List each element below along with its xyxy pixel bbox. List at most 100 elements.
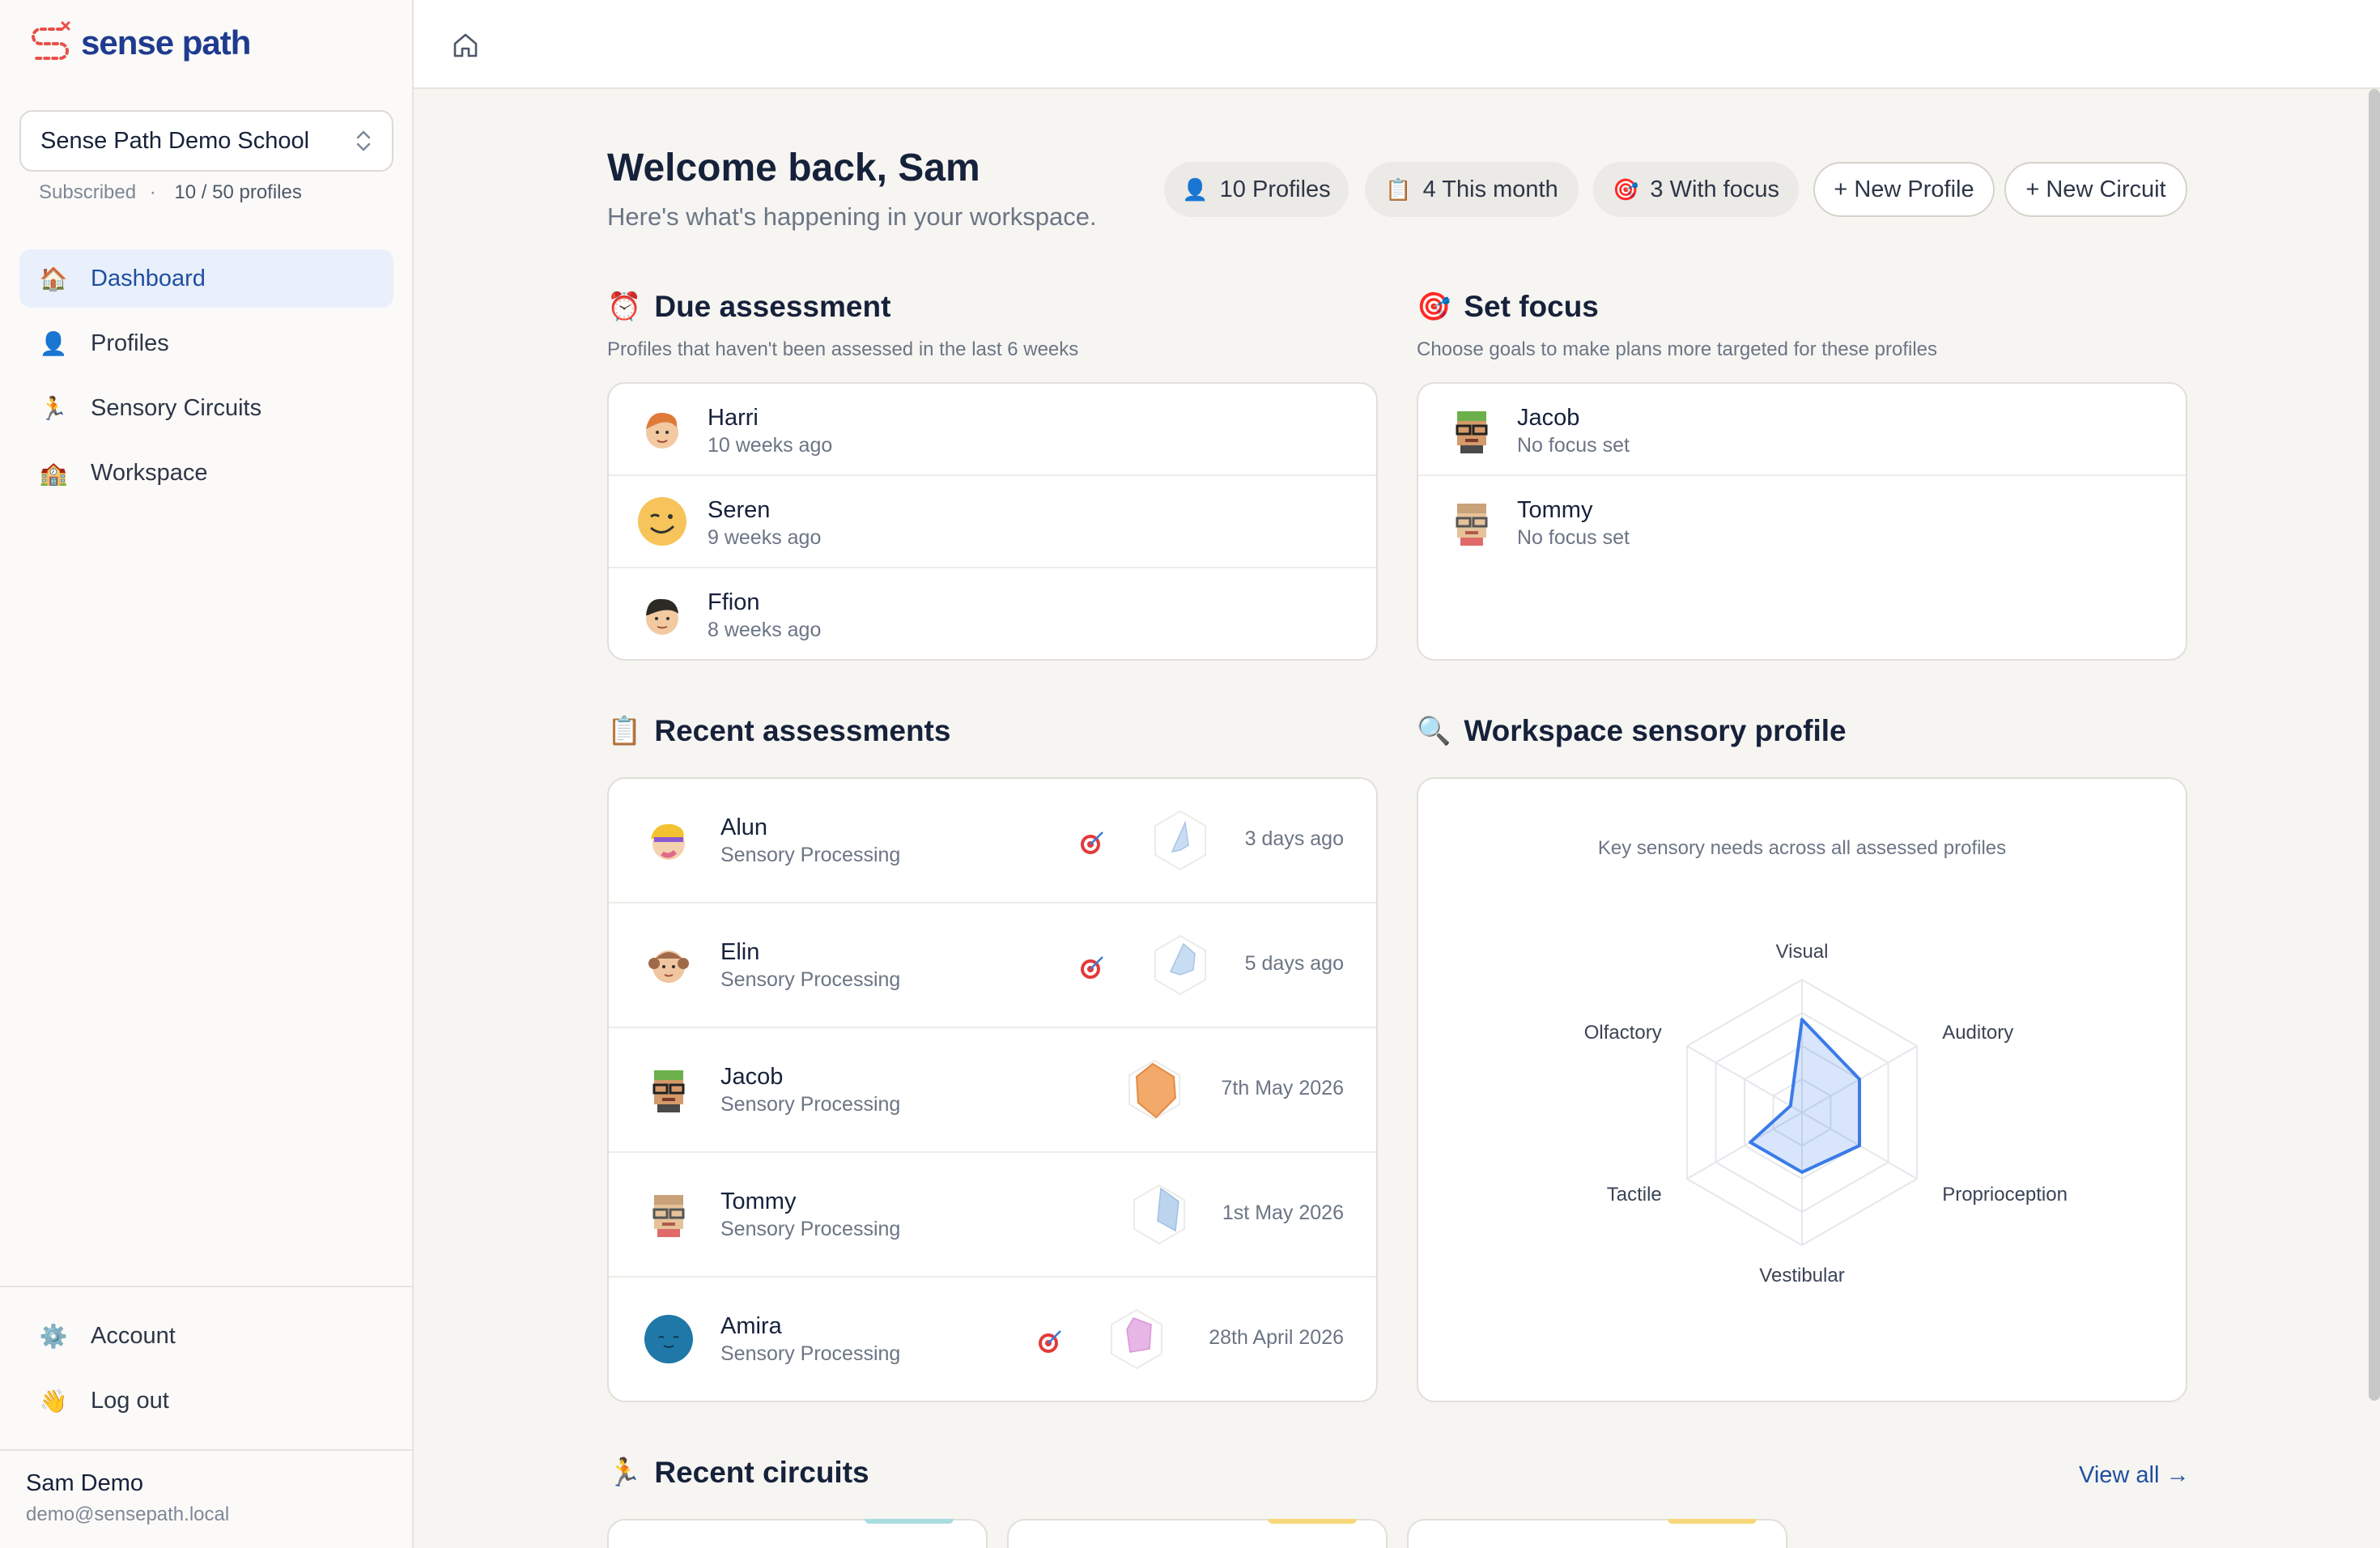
profile-sub: Sensory Processing: [720, 1093, 901, 1116]
list-item[interactable]: Tommy No focus set: [1418, 476, 2186, 568]
avatar: [644, 1315, 693, 1363]
radar-axis-label: Vestibular: [1759, 1265, 1844, 1286]
running-person-icon: 🏃: [39, 395, 68, 421]
recent-assessments-card: Alun Sensory Processing 3 days ago Elin …: [607, 777, 1378, 1402]
target-icon: [1081, 956, 1103, 979]
nav-logout[interactable]: 👋 Log out: [19, 1372, 393, 1430]
list-item[interactable]: Harri 10 weeks ago: [609, 384, 1376, 476]
table-row[interactable]: Jacob Sensory Processing 7th May 2026: [609, 1028, 1376, 1153]
logo-text: sense path: [81, 23, 251, 62]
circuit-card[interactable]: [607, 1519, 988, 1548]
clipboard-icon: 📋: [607, 716, 642, 746]
avatar: [646, 598, 678, 635]
radar-axis-label: Visual: [1776, 941, 1829, 963]
target-icon: [1081, 831, 1103, 854]
radar-axis-label: Tactile: [1607, 1184, 1662, 1206]
nav-label: Sensory Circuits: [91, 394, 262, 421]
new-profile-button[interactable]: + New Profile: [1813, 162, 1995, 217]
avatar: [638, 497, 686, 546]
profile-sub: Sensory Processing: [720, 1218, 901, 1240]
avatar: [652, 1070, 685, 1112]
page-subtitle: Here's what's happening in your workspac…: [607, 202, 1097, 231]
avatar: [1456, 504, 1488, 546]
stat-label: 4 This month: [1422, 176, 1558, 202]
scrollbar[interactable]: [2369, 89, 2380, 1401]
subscription-status: Subscribed: [39, 181, 137, 203]
due-assessment-title: ⏰ Due assessment: [607, 290, 890, 324]
user-info[interactable]: Sam Demo demo@sensepath.local: [26, 1470, 229, 1526]
nav-dashboard[interactable]: 🏠 Dashboard: [19, 249, 393, 308]
profile-sub: 10 weeks ago: [708, 434, 833, 457]
nav-account[interactable]: ⚙️ Account: [19, 1307, 393, 1365]
profile-name: Alun: [720, 814, 768, 840]
stat-this-month[interactable]: 📋 4 This month: [1365, 162, 1579, 217]
sensory-mini-chart: [1111, 1308, 1162, 1370]
due-assessment-card: Harri 10 weeks ago Seren 9 weeks ago Ffi…: [607, 382, 1378, 661]
magnifying-glass-icon: 🔍: [1417, 716, 1451, 746]
table-row[interactable]: Tommy Sensory Processing 1st May 2026: [609, 1153, 1376, 1278]
user-email: demo@sensepath.local: [26, 1503, 230, 1525]
bottom-nav: ⚙️ Account 👋 Log out: [19, 1307, 393, 1436]
new-circuit-button[interactable]: + New Circuit: [2004, 162, 2187, 217]
target-icon: 🎯: [1613, 176, 1639, 202]
avatar: [652, 1195, 685, 1237]
view-all-link[interactable]: View all →: [2079, 1462, 2189, 1489]
nav-sensory-circuits[interactable]: 🏃 Sensory Circuits: [19, 379, 393, 437]
avatar: [1456, 411, 1488, 453]
circuit-color-tab: [1668, 1519, 1757, 1524]
section-title-text: Set focus: [1464, 290, 1599, 323]
stat-label: 3 With focus: [1650, 176, 1779, 202]
avatar: [648, 950, 689, 983]
logo-icon: [32, 21, 70, 60]
school-icon: 🏫: [39, 460, 68, 486]
assessment-date: 3 days ago: [1244, 827, 1344, 850]
stat-profiles[interactable]: 👤 10 Profiles: [1164, 162, 1349, 217]
avatar: [646, 412, 678, 449]
section-title-text: Due assessment: [654, 290, 891, 323]
divider: [0, 1286, 412, 1287]
alarm-clock-icon: ⏰: [607, 291, 642, 322]
assessment-date: 1st May 2026: [1222, 1201, 1344, 1224]
radar-axis-label: Auditory: [1942, 1022, 2013, 1044]
radar-axis-label: Olfactory: [1584, 1022, 1662, 1044]
nav-workspace[interactable]: 🏫 Workspace: [19, 444, 393, 502]
table-row[interactable]: Alun Sensory Processing 3 days ago: [609, 779, 1376, 904]
school-name: Sense Path Demo School: [40, 127, 310, 154]
subscription-info: Subscribed · 10 / 50 profiles: [39, 181, 302, 203]
profile-sub: No focus set: [1517, 526, 1630, 549]
running-person-icon: 🏃: [607, 1457, 642, 1488]
top-bar: [414, 0, 2380, 89]
table-row[interactable]: Elin Sensory Processing 5 days ago: [609, 904, 1376, 1028]
target-icon: [1039, 1330, 1061, 1353]
sensory-mini-chart: [1128, 1059, 1180, 1121]
set-focus-desc: Choose goals to make plans more targeted…: [1417, 338, 1938, 360]
nav-label: Dashboard: [91, 265, 206, 291]
nav-profiles[interactable]: 👤 Profiles: [19, 314, 393, 372]
circuit-card[interactable]: [1407, 1519, 1787, 1548]
avatar: [651, 823, 685, 860]
circuit-color-tab: [865, 1519, 954, 1524]
logo[interactable]: sense path: [29, 21, 251, 65]
radar-chart: Visual Auditory Proprioception Vestibular Ta…: [1584, 941, 2068, 1286]
school-selector[interactable]: Sense Path Demo School: [19, 110, 393, 172]
stat-with-focus[interactable]: 🎯 3 With focus: [1593, 162, 1799, 217]
circuit-color-tab: [1268, 1519, 1357, 1524]
profile-name: Jacob: [1517, 405, 1580, 431]
recent-circuits-title: 🏃 Recent circuits: [607, 1456, 869, 1490]
list-item[interactable]: Ffion 8 weeks ago: [609, 568, 1376, 659]
table-row[interactable]: Amira Sensory Processing 28th April 2026: [609, 1278, 1376, 1401]
clipboard-icon: 📋: [1385, 176, 1412, 202]
due-assessment-desc: Profiles that haven't been assessed in t…: [607, 338, 1079, 360]
assessment-date: 5 days ago: [1244, 952, 1344, 975]
section-title-text: Recent assessments: [654, 714, 951, 747]
profile-count: 10 / 50 profiles: [174, 181, 302, 203]
profile-name: Ffion: [708, 589, 760, 615]
house-icon: 🏠: [39, 266, 68, 291]
workspace-profile-card: Key sensory needs across all assessed pr…: [1417, 777, 2187, 1402]
home-icon[interactable]: [449, 29, 482, 62]
list-item[interactable]: Jacob No focus set: [1418, 384, 2186, 476]
profile-name: Seren: [708, 497, 771, 523]
profile-name: Elin: [720, 939, 760, 965]
circuit-card[interactable]: [1007, 1519, 1388, 1548]
list-item[interactable]: Seren 9 weeks ago: [609, 476, 1376, 568]
